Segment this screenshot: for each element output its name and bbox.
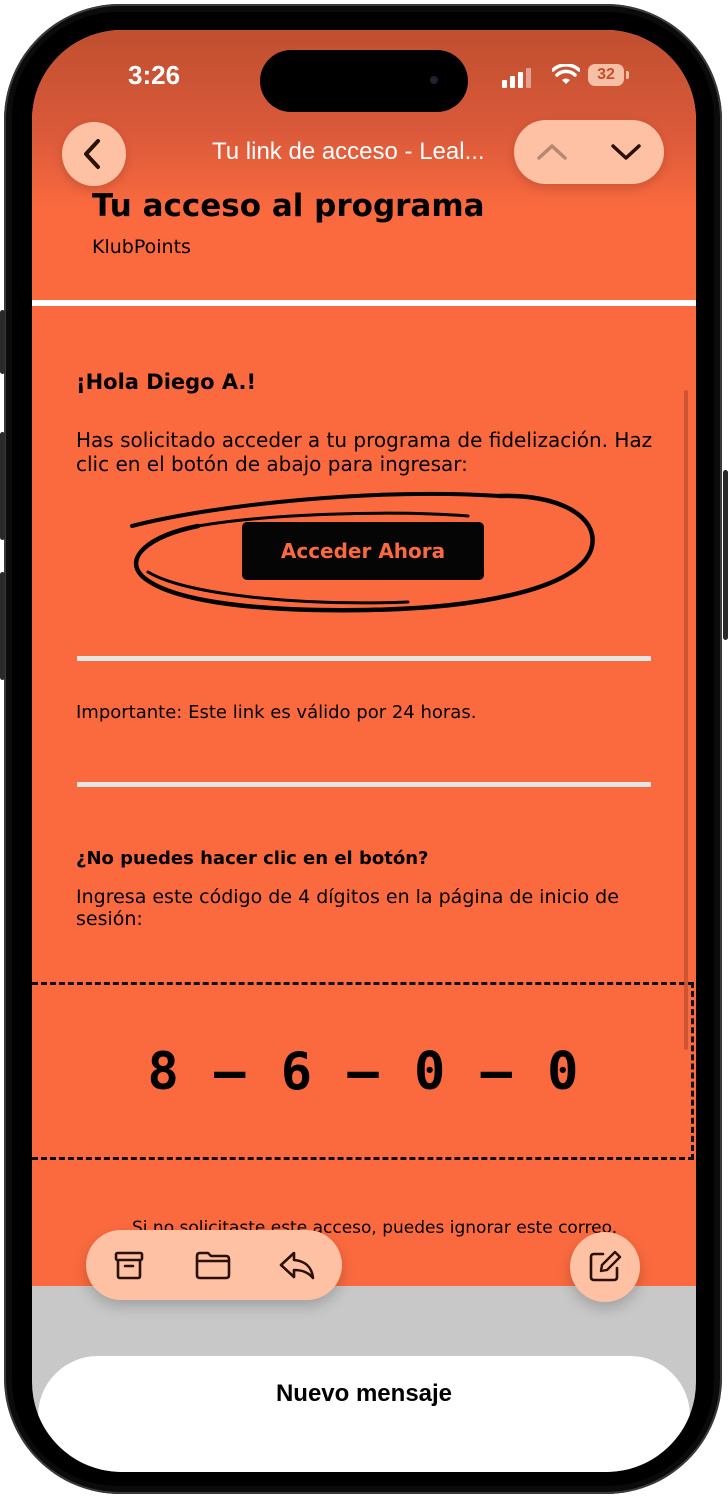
battery-tip — [626, 71, 629, 79]
important-note: Importante: Este link es válido por 24 h… — [76, 702, 477, 723]
previous-message-button[interactable] — [514, 120, 589, 184]
battery-indicator: 32 — [588, 64, 624, 86]
divider — [77, 656, 651, 661]
header-divider — [32, 300, 696, 306]
email-title: Tu acceso al programa — [92, 188, 485, 224]
reply-icon — [279, 1251, 315, 1280]
status-time: 3:26 — [128, 60, 181, 90]
greeting: ¡Hola Diego A.! — [76, 370, 257, 394]
dynamic-island — [260, 50, 468, 112]
scrollbar[interactable] — [684, 390, 688, 1050]
power-button — [723, 470, 728, 640]
archive-button[interactable] — [94, 1230, 164, 1300]
wifi-icon — [552, 64, 580, 84]
nav-title: Tu link de acceso - Leal... — [212, 138, 485, 165]
chevron-left-icon — [84, 139, 100, 169]
screen: 3:26 32 Tu link de acceso - Leal... Tu a… — [32, 30, 696, 1472]
move-to-folder-button[interactable] — [178, 1230, 248, 1300]
compose-icon — [589, 1250, 622, 1282]
hand-drawn-circle-annotation — [130, 491, 595, 613]
divider — [77, 782, 651, 787]
camera-dot — [430, 76, 438, 84]
volume-up-button — [0, 432, 5, 540]
access-code: 8 – 6 – 0 – 0 — [147, 1042, 581, 1102]
reply-button[interactable] — [262, 1230, 332, 1300]
compose-button[interactable] — [570, 1232, 640, 1302]
fallback-title: ¿No puedes hacer clic en el botón? — [76, 848, 429, 869]
body-text: Has solicitado acceder a tu programa de … — [76, 428, 653, 476]
action-button — [0, 310, 5, 374]
chevron-up-icon — [537, 144, 567, 160]
volume-down-button — [0, 572, 5, 680]
email-body: 3:26 32 Tu link de acceso - Leal... Tu a… — [32, 30, 696, 1286]
phone-frame: 3:26 32 Tu link de acceso - Leal... Tu a… — [0, 0, 728, 1500]
back-button[interactable] — [62, 122, 126, 186]
email-sender: KlubPoints — [92, 236, 191, 258]
archive-icon — [114, 1251, 144, 1280]
fallback-text: Ingresa este código de 4 dígitos en la p… — [76, 886, 619, 930]
new-message-sheet[interactable] — [38, 1356, 690, 1472]
chevron-down-icon — [611, 144, 641, 160]
next-message-button[interactable] — [589, 120, 664, 184]
folder-icon — [195, 1251, 231, 1280]
message-toolbar — [86, 1230, 342, 1300]
message-nav-arrows — [514, 120, 664, 184]
new-message-label[interactable]: Nuevo mensaje — [32, 1380, 696, 1408]
